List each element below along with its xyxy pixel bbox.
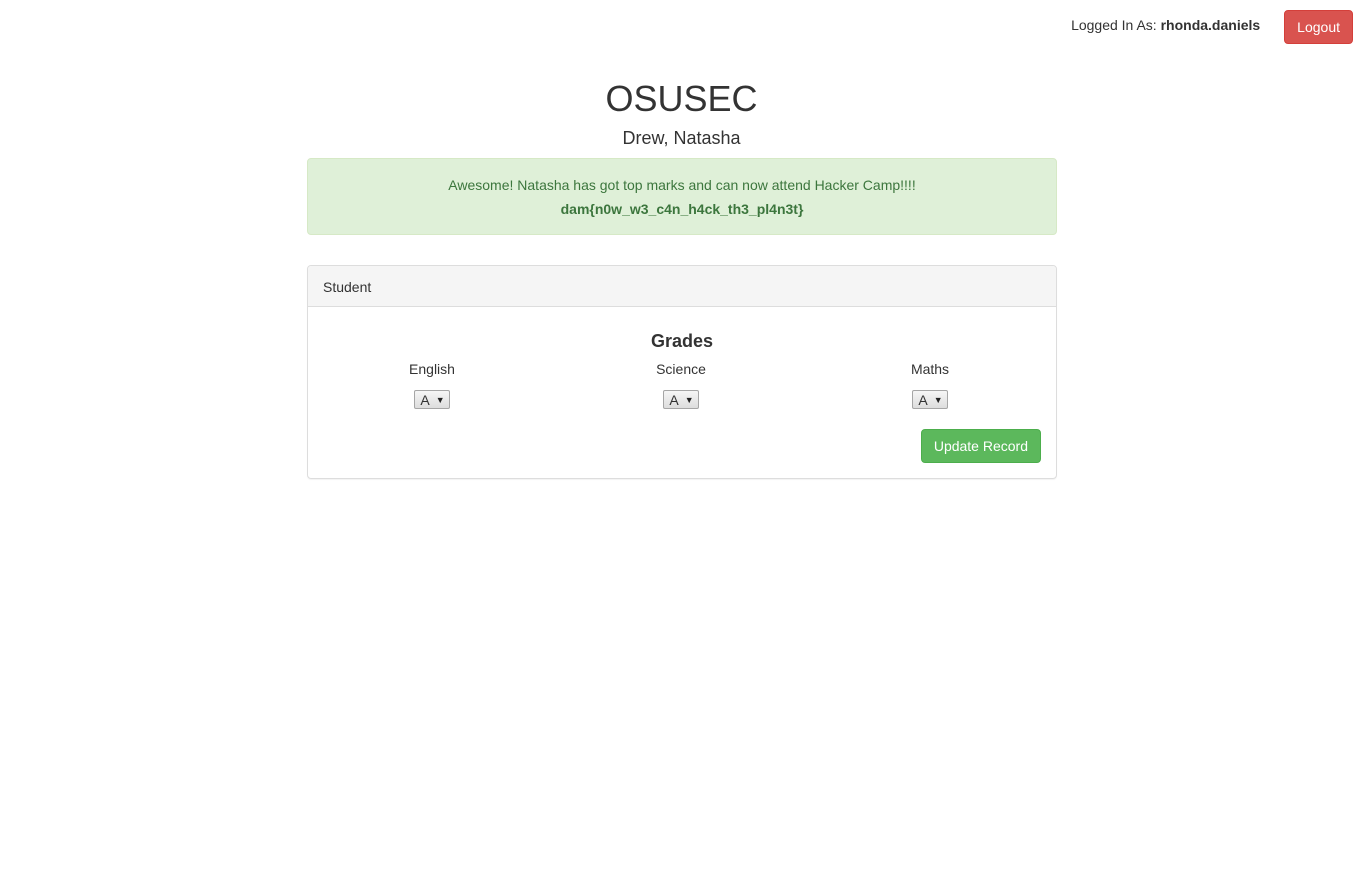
triangle-down-icon: ▼	[684, 394, 694, 405]
logged-in-username: rhonda.daniels	[1160, 17, 1261, 33]
select-value: A	[420, 391, 430, 408]
panel-heading: Student	[308, 266, 1056, 307]
logout-button[interactable]: Logout	[1284, 10, 1353, 44]
subject-label: English	[409, 361, 455, 377]
english-grade-select[interactable]: A ▼	[414, 390, 450, 409]
update-record-button[interactable]: Update Record	[920, 429, 1041, 463]
student-name: Drew, Natasha	[622, 128, 741, 148]
select-value: A	[669, 391, 679, 408]
maths-grade-select[interactable]: A ▼	[912, 390, 948, 409]
alert-flag: dam{n0w_w3_c4n_h4ck_th3_pl4n3t}	[560, 201, 804, 217]
success-alert: Awesome! Natasha has got top marks and c…	[307, 158, 1057, 235]
subject-label: Science	[656, 361, 706, 377]
subject-science: Science A ▼	[581, 360, 781, 409]
alert-message: Awesome! Natasha has got top marks and c…	[448, 177, 916, 193]
student-panel: Student Grades English A ▼ Science A ▼ M…	[307, 265, 1057, 479]
select-value: A	[918, 391, 928, 408]
subject-maths: Maths A ▼	[830, 360, 1030, 409]
science-grade-select[interactable]: A ▼	[663, 390, 699, 409]
triangle-down-icon: ▼	[435, 394, 445, 405]
triangle-down-icon: ▼	[933, 394, 943, 405]
grades-title: Grades	[650, 331, 714, 351]
subject-english: English A ▼	[332, 360, 532, 409]
top-bar: Logged In As: rhonda.daniels Logout	[1071, 10, 1353, 44]
logged-in-label: Logged In As:	[1071, 17, 1157, 33]
logged-in-status: Logged In As: rhonda.daniels	[1071, 17, 1260, 33]
subject-label: Maths	[910, 361, 950, 377]
page-title: OSUSEC	[605, 78, 758, 119]
